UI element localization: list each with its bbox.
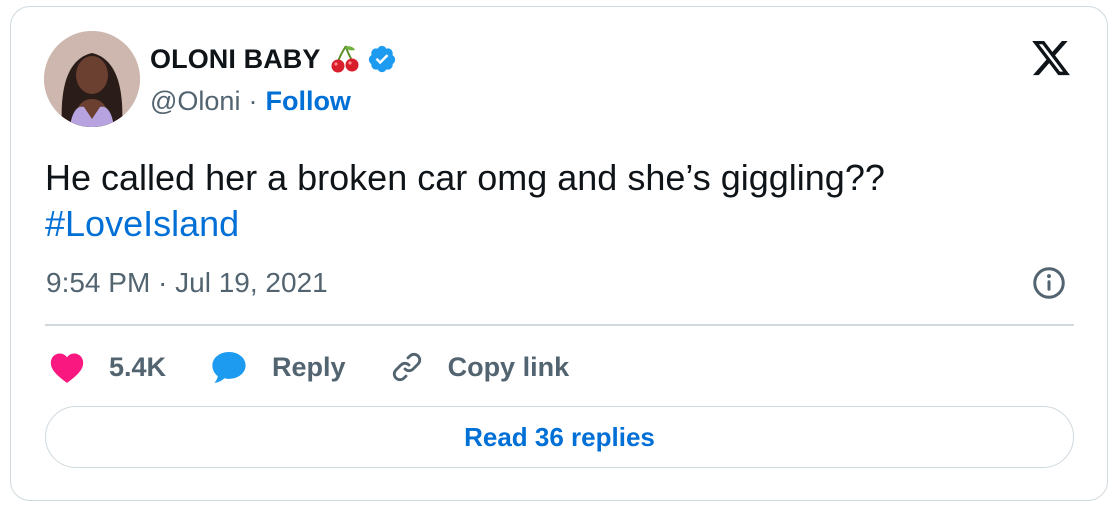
info-icon[interactable] [1031, 265, 1067, 301]
reply-button[interactable]: Reply [210, 349, 346, 385]
profile-avatar[interactable] [44, 31, 140, 127]
reply-bubble-icon [210, 349, 248, 385]
tweet-body: He called her a broken car omg and she’s… [45, 155, 1045, 247]
tweet-card: OLONI BABY @Oloni · Follow He called her… [10, 6, 1108, 501]
copy-link-label: Copy link [447, 351, 570, 382]
tweet-actions: 5.4K Reply Copy link [49, 347, 613, 387]
x-logo-icon[interactable] [1029, 37, 1073, 79]
reply-label: Reply [272, 351, 346, 382]
follow-link[interactable]: Follow [265, 86, 350, 117]
like-count: 5.4K [109, 351, 167, 382]
read-replies-button[interactable]: Read 36 replies [45, 406, 1074, 468]
copy-link-button[interactable]: Copy link [390, 350, 570, 384]
hashtag-link[interactable]: #LoveIsland [45, 201, 1045, 247]
tweet-timestamp[interactable]: 9:54 PM · Jul 19, 2021 [46, 265, 328, 301]
link-icon [390, 350, 424, 384]
separator-dot: · [248, 85, 258, 116]
author-handle-row: @Oloni · Follow [150, 83, 351, 119]
author-handle[interactable]: @Oloni [150, 86, 240, 117]
cherries-emoji-icon [329, 43, 361, 75]
tweet-text: He called her a broken car omg and she’s… [45, 157, 885, 198]
like-button[interactable]: 5.4K [49, 350, 166, 384]
author-name-row[interactable]: OLONI BABY [150, 39, 397, 79]
divider [45, 324, 1074, 326]
heart-icon [49, 350, 85, 384]
author-display-name[interactable]: OLONI BABY [150, 44, 321, 75]
verified-badge-icon[interactable] [367, 44, 397, 74]
